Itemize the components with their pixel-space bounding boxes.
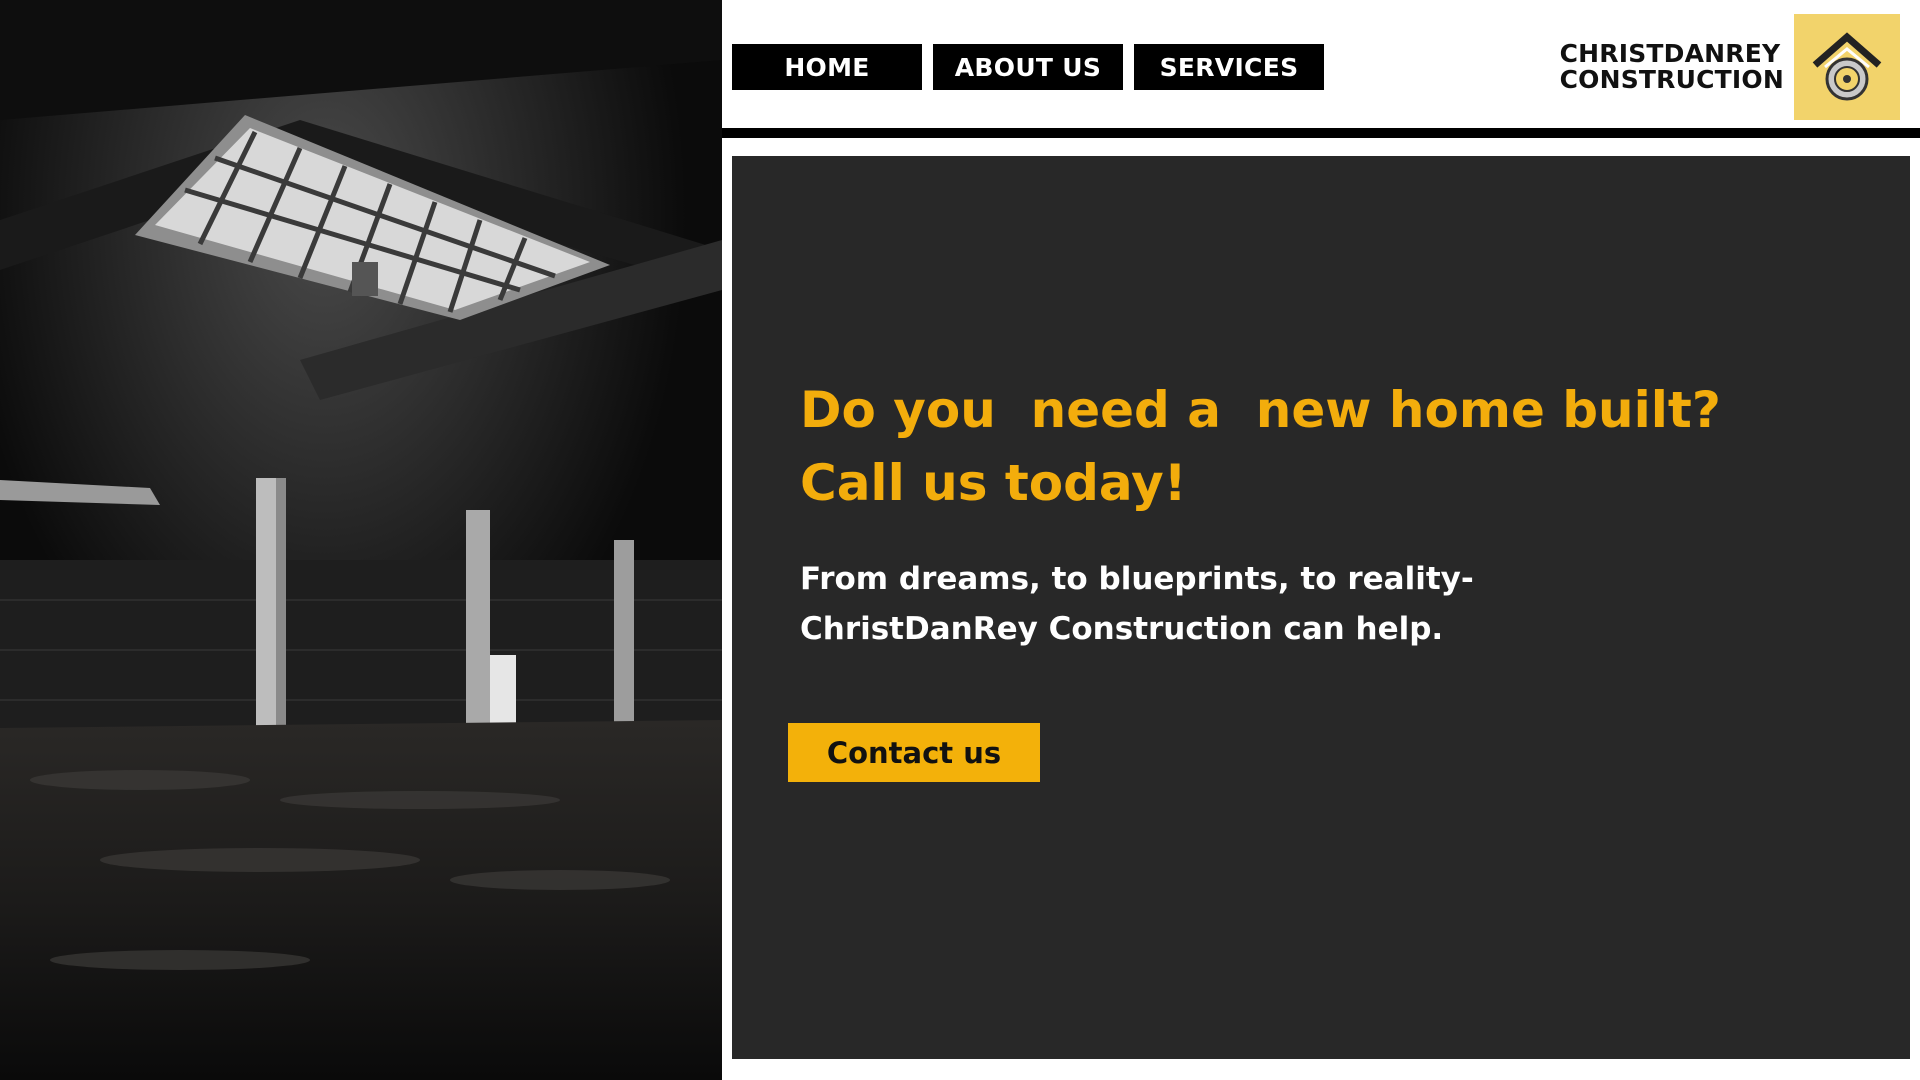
contact-us-button[interactable]: Contact us bbox=[788, 723, 1040, 782]
page: HOME ABOUT US SERVICES CHRISTDANREY CONS… bbox=[0, 0, 1920, 1080]
nav-services-button[interactable]: SERVICES bbox=[1134, 44, 1324, 90]
hero-subtext-line1: From dreams, to blueprints, to reality- bbox=[800, 561, 1474, 597]
hero-photo bbox=[0, 0, 722, 1080]
brand-name: CHRISTDANREY CONSTRUCTION bbox=[1560, 41, 1784, 93]
brand-logo bbox=[1794, 14, 1900, 120]
warehouse-image bbox=[0, 0, 722, 1080]
main-nav: HOME ABOUT US SERVICES bbox=[732, 44, 1324, 90]
hero-headline: Do you need a new home built? Call us to… bbox=[800, 381, 1721, 512]
hero-panel: Do you need a new home built? Call us to… bbox=[732, 156, 1910, 1059]
nav-about-us-button[interactable]: ABOUT US bbox=[933, 44, 1123, 90]
brand-name-line1: CHRISTDANREY bbox=[1559, 39, 1781, 68]
house-with-circle-icon bbox=[1812, 32, 1882, 101]
hero-subtext-line2: ChristDanRey Construction can help. bbox=[800, 611, 1444, 647]
header-divider bbox=[722, 128, 1920, 138]
brand[interactable]: CHRISTDANREY CONSTRUCTION bbox=[1560, 14, 1900, 120]
hero-subtext: From dreams, to blueprints, to reality- … bbox=[800, 554, 1700, 654]
brand-name-line2: CONSTRUCTION bbox=[1559, 65, 1784, 94]
nav-home-button[interactable]: HOME bbox=[732, 44, 922, 90]
